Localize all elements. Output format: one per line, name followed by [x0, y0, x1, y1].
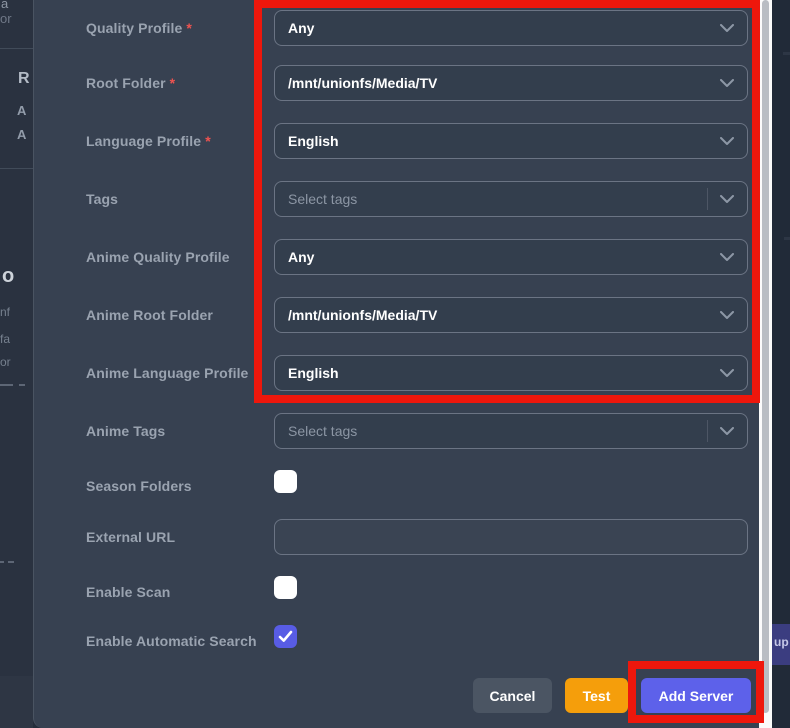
- background-text-fragment: or: [0, 11, 12, 26]
- external-url-input[interactable]: [274, 519, 748, 555]
- chevron-down-icon: [720, 79, 734, 87]
- background-text-fragment: A: [17, 103, 27, 118]
- overseerr-sonarr-server-modal: a or R A A o nf fa or Quality Profile * A…: [0, 0, 790, 728]
- background-dash: [0, 384, 13, 386]
- chevron-down-icon: [720, 24, 734, 32]
- form-row-root-folder: Root Folder * /mnt/unionfs/Media/TV: [34, 65, 760, 101]
- select-placeholder: Select tags: [288, 191, 358, 207]
- season-folders-checkbox[interactable]: [274, 470, 297, 493]
- form-row-quality-profile: Quality Profile * Any: [34, 10, 760, 46]
- chevron-down-icon: [720, 369, 734, 377]
- background-band: [0, 676, 33, 728]
- background-divider: [0, 168, 33, 169]
- select-value: Any: [288, 20, 315, 36]
- field-label: Anime Root Folder: [86, 307, 213, 323]
- field-label: Anime Tags: [86, 423, 166, 439]
- language-profile-select[interactable]: English: [274, 123, 748, 159]
- chevron-down-icon: [720, 137, 734, 145]
- scrollbar-track[interactable]: [759, 0, 772, 728]
- form-row-anime-quality-profile: Anime Quality Profile Any: [34, 239, 760, 275]
- test-button[interactable]: Test: [565, 678, 628, 713]
- select-value: Any: [288, 249, 315, 265]
- field-label: Anime Language Profile: [86, 365, 249, 381]
- field-label: External URL: [86, 529, 176, 545]
- chevron-down-icon: [720, 311, 734, 319]
- root-folder-select[interactable]: /mnt/unionfs/Media/TV: [274, 65, 748, 101]
- background-dash: [0, 561, 4, 563]
- background-text-fragment: a: [1, 0, 9, 11]
- background-dash: [8, 561, 14, 563]
- form-row-enable-scan: Enable Scan: [34, 576, 760, 600]
- anime-tags-multiselect[interactable]: Select tags: [274, 413, 748, 449]
- form-row-tags: Tags Select tags: [34, 181, 760, 217]
- field-label: Enable Scan: [86, 584, 171, 600]
- background-text-fragment: A: [17, 127, 27, 142]
- required-asterisk: *: [169, 75, 176, 91]
- required-asterisk: *: [205, 133, 211, 149]
- anime-root-folder-select[interactable]: /mnt/unionfs/Media/TV: [274, 297, 748, 333]
- enable-automatic-search-checkbox[interactable]: [274, 625, 297, 648]
- quality-profile-select[interactable]: Any: [274, 10, 748, 46]
- select-value: English: [288, 133, 339, 149]
- background-text-fragment: nf: [0, 305, 11, 319]
- multiselect-divider: [707, 188, 708, 210]
- background-dash: [783, 52, 790, 55]
- enable-scan-checkbox[interactable]: [274, 576, 297, 599]
- cancel-button[interactable]: Cancel: [473, 678, 552, 713]
- anime-language-profile-select[interactable]: English: [274, 355, 748, 391]
- background-text-fragment: fa: [0, 332, 11, 346]
- field-label: Language Profile *: [86, 133, 211, 149]
- background-page-left: a or R A A o nf fa or: [0, 0, 33, 728]
- background-dash: [784, 237, 790, 240]
- select-placeholder: Select tags: [288, 423, 358, 439]
- form-row-anime-root-folder: Anime Root Folder /mnt/unionfs/Media/TV: [34, 297, 760, 333]
- required-asterisk: *: [186, 20, 192, 36]
- form-row-external-url: External URL: [34, 519, 760, 555]
- field-label: Enable Automatic Search: [86, 633, 257, 649]
- background-dash: [19, 384, 25, 386]
- form-row-anime-language-profile: Anime Language Profile English: [34, 355, 760, 391]
- select-value: English: [288, 365, 339, 381]
- select-value: /mnt/unionfs/Media/TV: [288, 307, 438, 323]
- background-page-right: up: [772, 0, 790, 728]
- form-row-season-folders: Season Folders: [34, 470, 760, 494]
- background-text-fragment: o: [2, 265, 15, 287]
- form-row-language-profile: Language Profile * English: [34, 123, 760, 159]
- multiselect-divider: [707, 420, 708, 442]
- form-row-enable-automatic-search: Enable Automatic Search: [34, 625, 760, 649]
- field-label: Tags: [86, 191, 119, 207]
- field-label: Season Folders: [86, 478, 192, 494]
- chevron-down-icon: [720, 427, 734, 435]
- anime-quality-profile-select[interactable]: Any: [274, 239, 748, 275]
- checkmark-icon: [278, 630, 293, 642]
- background-text-fragment: up: [774, 635, 789, 649]
- add-sonarr-server-modal: Quality Profile * Any Root Folder * /mnt/u…: [33, 0, 759, 728]
- select-value: /mnt/unionfs/Media/TV: [288, 75, 438, 91]
- background-text-fragment: or: [0, 355, 11, 369]
- field-label: Root Folder *: [86, 75, 176, 91]
- scrollbar-thumb[interactable]: [762, 0, 769, 713]
- background-button-fragment: up: [772, 624, 790, 665]
- chevron-down-icon: [720, 195, 734, 203]
- tags-multiselect[interactable]: Select tags: [274, 181, 748, 217]
- form-row-anime-tags: Anime Tags Select tags: [34, 413, 760, 449]
- add-server-button[interactable]: Add Server: [641, 678, 751, 713]
- field-label: Quality Profile *: [86, 20, 192, 36]
- background-text-fragment: R: [18, 70, 30, 87]
- background-divider: [0, 48, 33, 49]
- chevron-down-icon: [720, 253, 734, 261]
- field-label: Anime Quality Profile: [86, 249, 230, 265]
